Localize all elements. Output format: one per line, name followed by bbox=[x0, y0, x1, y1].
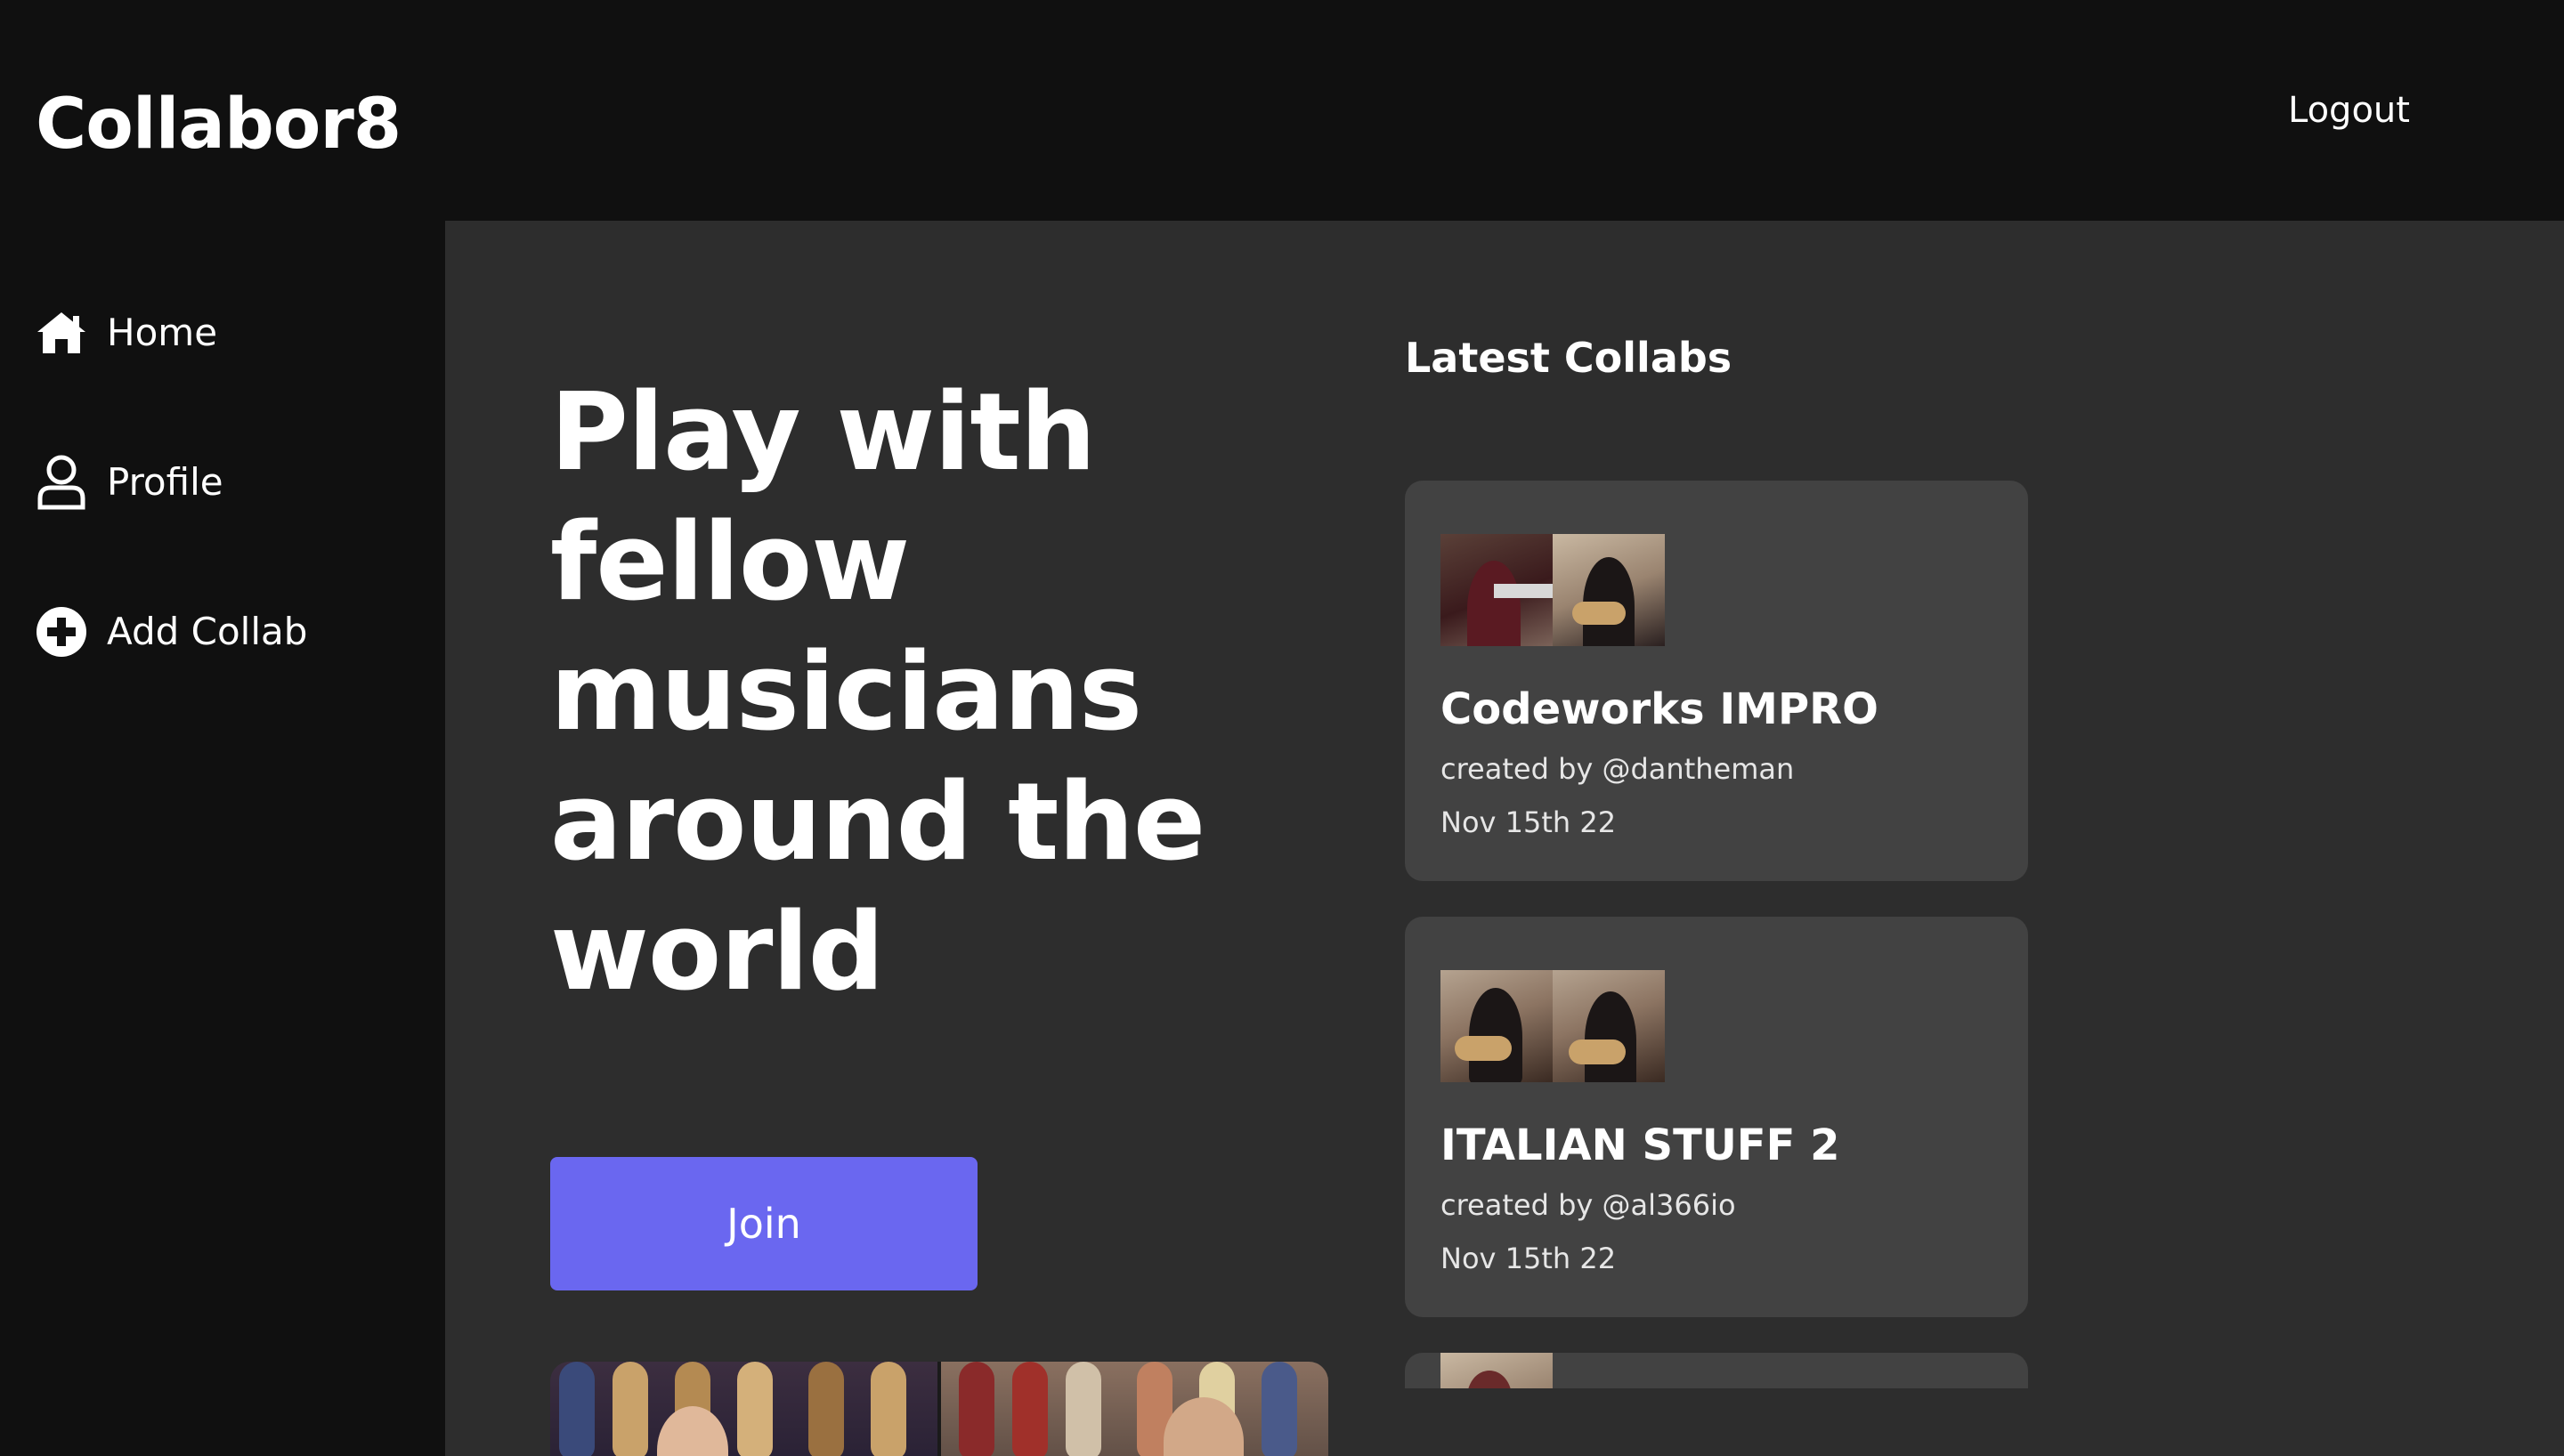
participant-thumbnail bbox=[1440, 534, 1553, 646]
hero-image-right bbox=[937, 1362, 1328, 1456]
collab-thumbnail bbox=[1440, 534, 1665, 646]
sidebar-item-label: Profile bbox=[107, 460, 223, 504]
hero-image-left bbox=[550, 1362, 937, 1456]
sidebar-item-label: Add Collab bbox=[107, 610, 308, 653]
participant-thumbnail bbox=[1440, 970, 1553, 1082]
collab-thumbnail bbox=[1440, 970, 1665, 1082]
user-icon bbox=[36, 455, 87, 510]
collab-date: Nov 15th 22 bbox=[1440, 1242, 1617, 1275]
plus-circle-icon bbox=[36, 606, 87, 658]
collab-card[interactable]: ITALIAN STUFF 2 created by @al366io Nov … bbox=[1405, 917, 2028, 1317]
participant-thumbnail bbox=[1553, 970, 1665, 1082]
home-icon bbox=[36, 307, 87, 359]
collab-card[interactable]: Codeworks IMPRO created by @dantheman No… bbox=[1405, 481, 2028, 881]
sidebar-item-home[interactable]: Home bbox=[36, 301, 217, 365]
collab-author: created by @al366io bbox=[1440, 1188, 1736, 1222]
participant-thumbnail bbox=[1440, 1353, 1553, 1388]
sidebar: Home Profile Add Collab bbox=[0, 221, 445, 1456]
sidebar-item-profile[interactable]: Profile bbox=[36, 450, 223, 514]
hero-title: Play with fellow musicians around the wo… bbox=[550, 371, 1205, 1015]
sidebar-item-add-collab[interactable]: Add Collab bbox=[36, 600, 307, 664]
logout-button[interactable]: Logout bbox=[2288, 87, 2410, 133]
latest-collabs-heading: Latest Collabs bbox=[1405, 334, 1732, 382]
join-button[interactable]: Join bbox=[550, 1157, 978, 1290]
collab-title: ITALIAN STUFF 2 bbox=[1440, 1120, 1840, 1170]
main-panel: Play with fellow musicians around the wo… bbox=[445, 221, 2564, 1456]
participant-thumbnail bbox=[1553, 534, 1665, 646]
collab-thumbnail bbox=[1440, 1353, 1665, 1388]
collab-author: created by @dantheman bbox=[1440, 752, 1795, 786]
brand-logo[interactable]: Collabor8 bbox=[36, 82, 402, 167]
sidebar-item-label: Home bbox=[107, 311, 218, 354]
collab-title: Codeworks IMPRO bbox=[1440, 684, 1878, 734]
hero-image bbox=[550, 1362, 1328, 1456]
collab-card[interactable] bbox=[1405, 1353, 2028, 1388]
collab-date: Nov 15th 22 bbox=[1440, 805, 1617, 839]
app-root: Collabor8 Logout Home Profile Add Collab… bbox=[0, 0, 2564, 1456]
